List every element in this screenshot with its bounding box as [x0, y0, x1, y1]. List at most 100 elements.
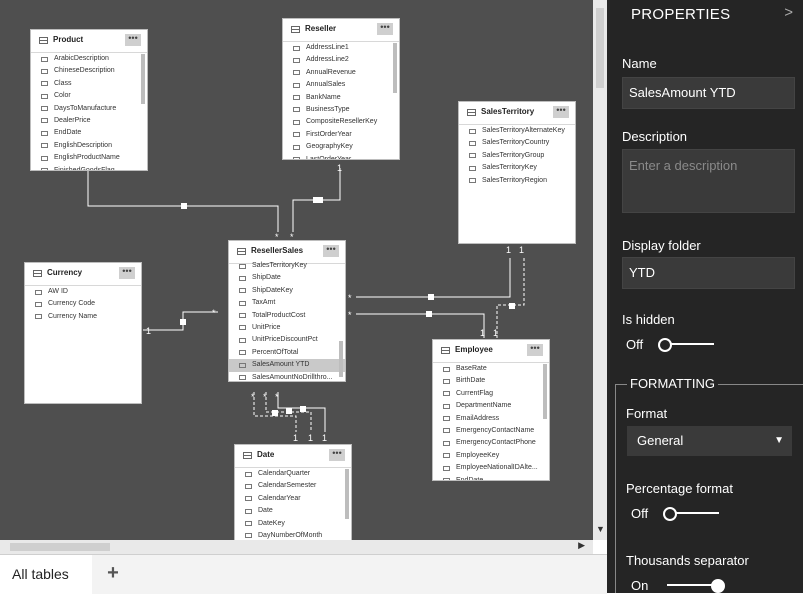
scrollbar[interactable]	[345, 469, 349, 519]
field-name: BusinessType	[306, 105, 350, 113]
field-row[interactable]: DayNumberOfMonth	[235, 530, 351, 540]
field-row[interactable]: FinishedGoodsFlag	[31, 165, 147, 170]
scrollbar[interactable]	[339, 341, 343, 377]
field-name: AW ID	[48, 288, 68, 295]
scroll-thumb[interactable]	[596, 8, 604, 88]
more-options-button[interactable]: •••	[323, 245, 339, 257]
field-row[interactable]: EnglishDescription	[31, 140, 147, 152]
table-card-salesterritory[interactable]: SalesTerritory ••• SalesTerritoryAlternat…	[458, 101, 576, 244]
field-row[interactable]: CalendarSemester	[235, 480, 351, 492]
field-row[interactable]: PercentOfTotal	[229, 347, 345, 359]
field-row[interactable]: ArabicDescription	[31, 53, 147, 65]
more-options-button[interactable]: •••	[377, 23, 393, 35]
field-name: EnglishDescription	[54, 141, 112, 149]
field-row[interactable]: DealerPrice	[31, 115, 147, 127]
more-options-button[interactable]: •••	[125, 34, 141, 46]
field-row[interactable]: AnnualRevenue	[283, 67, 399, 79]
field-row[interactable]: SalesAmount YTD	[229, 359, 345, 372]
table-card-resellersales[interactable]: ResellerSales ••• SalesTerritoryKey ShipDa…	[228, 240, 346, 382]
percentage-format-toggle[interactable]: Off	[631, 506, 731, 521]
field-row[interactable]: SalesTerritoryCountry	[459, 137, 575, 149]
thousands-separator-toggle[interactable]: On	[631, 578, 731, 593]
field-row[interactable]: SalesTerritoryGroup	[459, 150, 575, 162]
table-card-employee[interactable]: Employee ••• BaseRate BirthDate CurrentFlag…	[432, 339, 550, 481]
field-row[interactable]: AddressLine1	[283, 42, 399, 54]
field-list: SalesTerritoryKey ShipDate ShipDateKey TaxA…	[229, 260, 345, 381]
field-row[interactable]: LastOrderYear	[283, 154, 399, 159]
table-icon	[441, 347, 450, 354]
field-row[interactable]: UnitPrice	[229, 322, 345, 334]
vertical-scrollbar[interactable]: ▼	[593, 0, 607, 540]
collapse-pane-icon[interactable]: >	[784, 4, 793, 21]
name-input[interactable]: SalesAmount YTD	[622, 77, 795, 109]
field-row[interactable]: EndDate	[31, 127, 147, 139]
format-dropdown[interactable]: General ▼	[627, 426, 792, 456]
field-row[interactable]: SalesTerritoryKey	[229, 260, 345, 272]
table-card-reseller[interactable]: Reseller ••• AddressLine1 AddressLine2 Annu…	[282, 18, 400, 160]
rel-card-reseller: 1	[337, 163, 342, 173]
field-row[interactable]: DateKey	[235, 518, 351, 530]
more-options-button[interactable]: •••	[119, 267, 135, 279]
field-row[interactable]: EmployeeNationalIDAlte...	[433, 462, 549, 474]
field-row[interactable]: SalesTerritoryAlternateKey	[459, 125, 575, 137]
field-row[interactable]: Currency Code	[25, 298, 141, 310]
field-row[interactable]: CurrentFlag	[433, 388, 549, 400]
field-row[interactable]: UnitPriceDiscountPct	[229, 334, 345, 346]
field-row[interactable]: ChineseDescription	[31, 65, 147, 77]
field-row[interactable]: DepartmentName	[433, 400, 549, 412]
field-row[interactable]: Class	[31, 78, 147, 90]
field-row[interactable]: BaseRate	[433, 363, 549, 375]
field-icon	[293, 157, 300, 159]
add-layout-button[interactable]: +	[96, 555, 130, 594]
model-diagram-canvas[interactable]: 1 1 1 1 1 1 1 1 1 1 * * * * * * * * Prod…	[0, 0, 593, 540]
field-row[interactable]: GeographyKey	[283, 141, 399, 153]
field-row[interactable]: EmployeeKey	[433, 450, 549, 462]
field-row[interactable]: Currency Name	[25, 311, 141, 323]
more-options-button[interactable]: •••	[553, 106, 569, 118]
field-row[interactable]: EnglishProductName	[31, 152, 147, 164]
field-row[interactable]: EmergencyContactName	[433, 425, 549, 437]
field-row[interactable]: TotalProductCost	[229, 310, 345, 322]
more-options-button[interactable]: •••	[329, 449, 345, 461]
horizontal-scrollbar[interactable]: ▶	[0, 540, 593, 554]
scroll-down-icon[interactable]: ▼	[596, 524, 605, 534]
field-row[interactable]: CalendarYear	[235, 493, 351, 505]
field-row[interactable]: CompositeResellerKey	[283, 116, 399, 128]
more-options-button[interactable]: •••	[527, 344, 543, 356]
scroll-thumb[interactable]	[10, 543, 110, 551]
scroll-right-icon[interactable]: ▶	[578, 540, 585, 551]
field-row[interactable]: TaxAmt	[229, 297, 345, 309]
rel-card-salesterritory-1: 1	[506, 245, 511, 255]
table-card-product[interactable]: Product ••• ArabicDescription ChineseDescr…	[30, 29, 148, 171]
field-row[interactable]: Color	[31, 90, 147, 102]
scrollbar[interactable]	[393, 43, 397, 93]
table-card-date[interactable]: Date ••• CalendarQuarter CalendarSemester C…	[234, 444, 352, 540]
field-row[interactable]: SalesAmountNoDrillthro...	[229, 372, 345, 381]
field-row[interactable]: SalesTerritoryKey	[459, 162, 575, 174]
field-row[interactable]: FirstOrderYear	[283, 129, 399, 141]
field-icon	[239, 300, 246, 306]
field-row[interactable]: BusinessType	[283, 104, 399, 116]
is-hidden-toggle[interactable]: Off	[626, 337, 726, 352]
field-row[interactable]: Date	[235, 505, 351, 517]
field-row[interactable]: EndDate	[433, 475, 549, 480]
display-folder-input[interactable]: YTD	[622, 257, 795, 289]
scrollbar[interactable]	[141, 54, 145, 104]
field-row[interactable]: AnnualSales	[283, 79, 399, 91]
field-row[interactable]: AW ID	[25, 286, 141, 298]
field-row[interactable]: ShipDateKey	[229, 285, 345, 297]
description-input[interactable]: Enter a description	[622, 149, 795, 213]
table-title: Employee	[455, 345, 493, 354]
field-row[interactable]: DaysToManufacture	[31, 103, 147, 115]
tab-all-tables[interactable]: All tables	[0, 555, 92, 594]
table-card-currency[interactable]: Currency ••• AW ID Currency Code Currency N…	[24, 262, 142, 404]
field-row[interactable]: BirthDate	[433, 375, 549, 387]
scrollbar[interactable]	[543, 364, 547, 419]
field-row[interactable]: EmergencyContactPhone	[433, 437, 549, 449]
field-row[interactable]: BankName	[283, 92, 399, 104]
field-row[interactable]: SalesTerritoryRegion	[459, 175, 575, 187]
field-row[interactable]: CalendarQuarter	[235, 468, 351, 480]
field-row[interactable]: AddressLine2	[283, 54, 399, 66]
field-row[interactable]: EmailAddress	[433, 413, 549, 425]
field-row[interactable]: ShipDate	[229, 272, 345, 284]
